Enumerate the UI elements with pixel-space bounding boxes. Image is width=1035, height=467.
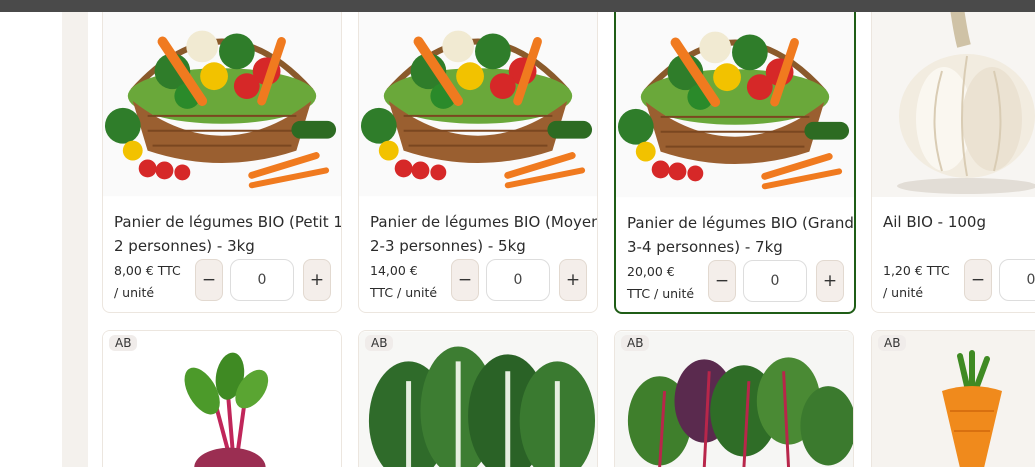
chard-image bbox=[359, 331, 597, 467]
quantity-input[interactable] bbox=[230, 259, 294, 301]
quantity-input[interactable] bbox=[743, 260, 807, 302]
vegetable-basket-image bbox=[359, 1, 597, 197]
product-card-chard[interactable]: AB bbox=[358, 330, 598, 467]
organic-badge: AB bbox=[365, 335, 394, 351]
product-card-red-chard[interactable]: AB bbox=[614, 330, 854, 467]
quantity-stepper: − + bbox=[195, 259, 337, 303]
product-card-medium-basket[interactable]: Panier de légumes BIO (Moyen 2-3 personn… bbox=[358, 0, 598, 313]
price-unit: / unité bbox=[114, 285, 155, 300]
product-card-garlic[interactable]: Ail BIO - 100g 1,20 € TTC / unité − bbox=[871, 0, 1035, 313]
price-amount: 14,00 € bbox=[370, 263, 418, 278]
product-title[interactable]: Panier de légumes BIO (Petit 1-2 personn… bbox=[114, 210, 341, 258]
product-price: 1,20 € TTC / unité bbox=[883, 260, 963, 304]
page-gutter bbox=[62, 0, 88, 467]
quantity-stepper: − + bbox=[708, 260, 850, 304]
product-title[interactable]: Ail BIO - 100g bbox=[883, 210, 1035, 234]
increase-button[interactable]: + bbox=[559, 259, 587, 301]
carrot-image bbox=[872, 331, 1035, 467]
increase-button[interactable]: + bbox=[816, 260, 844, 302]
quantity-stepper: − bbox=[964, 259, 1035, 303]
product-title[interactable]: Panier de légumes BIO (Grand 3-4 personn… bbox=[627, 211, 854, 259]
quantity-input[interactable] bbox=[999, 259, 1035, 301]
product-title[interactable]: Panier de légumes BIO (Moyen 2-3 personn… bbox=[370, 210, 597, 258]
product-card-small-basket[interactable]: Panier de légumes BIO (Petit 1-2 personn… bbox=[102, 0, 342, 313]
decrease-button[interactable]: − bbox=[195, 259, 223, 301]
product-card-large-basket[interactable]: Panier de légumes BIO (Grand 3-4 personn… bbox=[614, 0, 856, 314]
organic-badge: AB bbox=[878, 335, 907, 351]
garlic-image bbox=[872, 1, 1035, 197]
organic-badge: AB bbox=[109, 335, 138, 351]
price-amount: 8,00 € TTC bbox=[114, 263, 181, 278]
decrease-button[interactable]: − bbox=[708, 260, 736, 302]
product-price: 8,00 € TTC / unité bbox=[114, 260, 194, 304]
product-price: 20,00 € TTC / unité bbox=[627, 261, 707, 305]
product-card-beetroot[interactable]: AB bbox=[102, 330, 342, 467]
price-unit: TTC / unité bbox=[370, 285, 438, 300]
vegetable-basket-image bbox=[616, 2, 854, 198]
price-unit: TTC / unité bbox=[627, 286, 695, 301]
browser-top-bar bbox=[0, 0, 1035, 12]
decrease-button[interactable]: − bbox=[451, 259, 479, 301]
quantity-stepper: − + bbox=[451, 259, 593, 303]
red-chard-image bbox=[615, 331, 853, 467]
decrease-button[interactable]: − bbox=[964, 259, 992, 301]
vegetable-basket-image bbox=[103, 1, 341, 197]
organic-badge: AB bbox=[621, 335, 650, 351]
price-unit: / unité bbox=[883, 285, 924, 300]
increase-button[interactable]: + bbox=[303, 259, 331, 301]
price-amount: 20,00 € bbox=[627, 264, 675, 279]
quantity-input[interactable] bbox=[486, 259, 550, 301]
beetroot-image bbox=[103, 331, 341, 467]
price-amount: 1,20 € TTC bbox=[883, 263, 950, 278]
product-card-carrot[interactable]: AB bbox=[871, 330, 1035, 467]
product-price: 14,00 € TTC / unité bbox=[370, 260, 450, 304]
